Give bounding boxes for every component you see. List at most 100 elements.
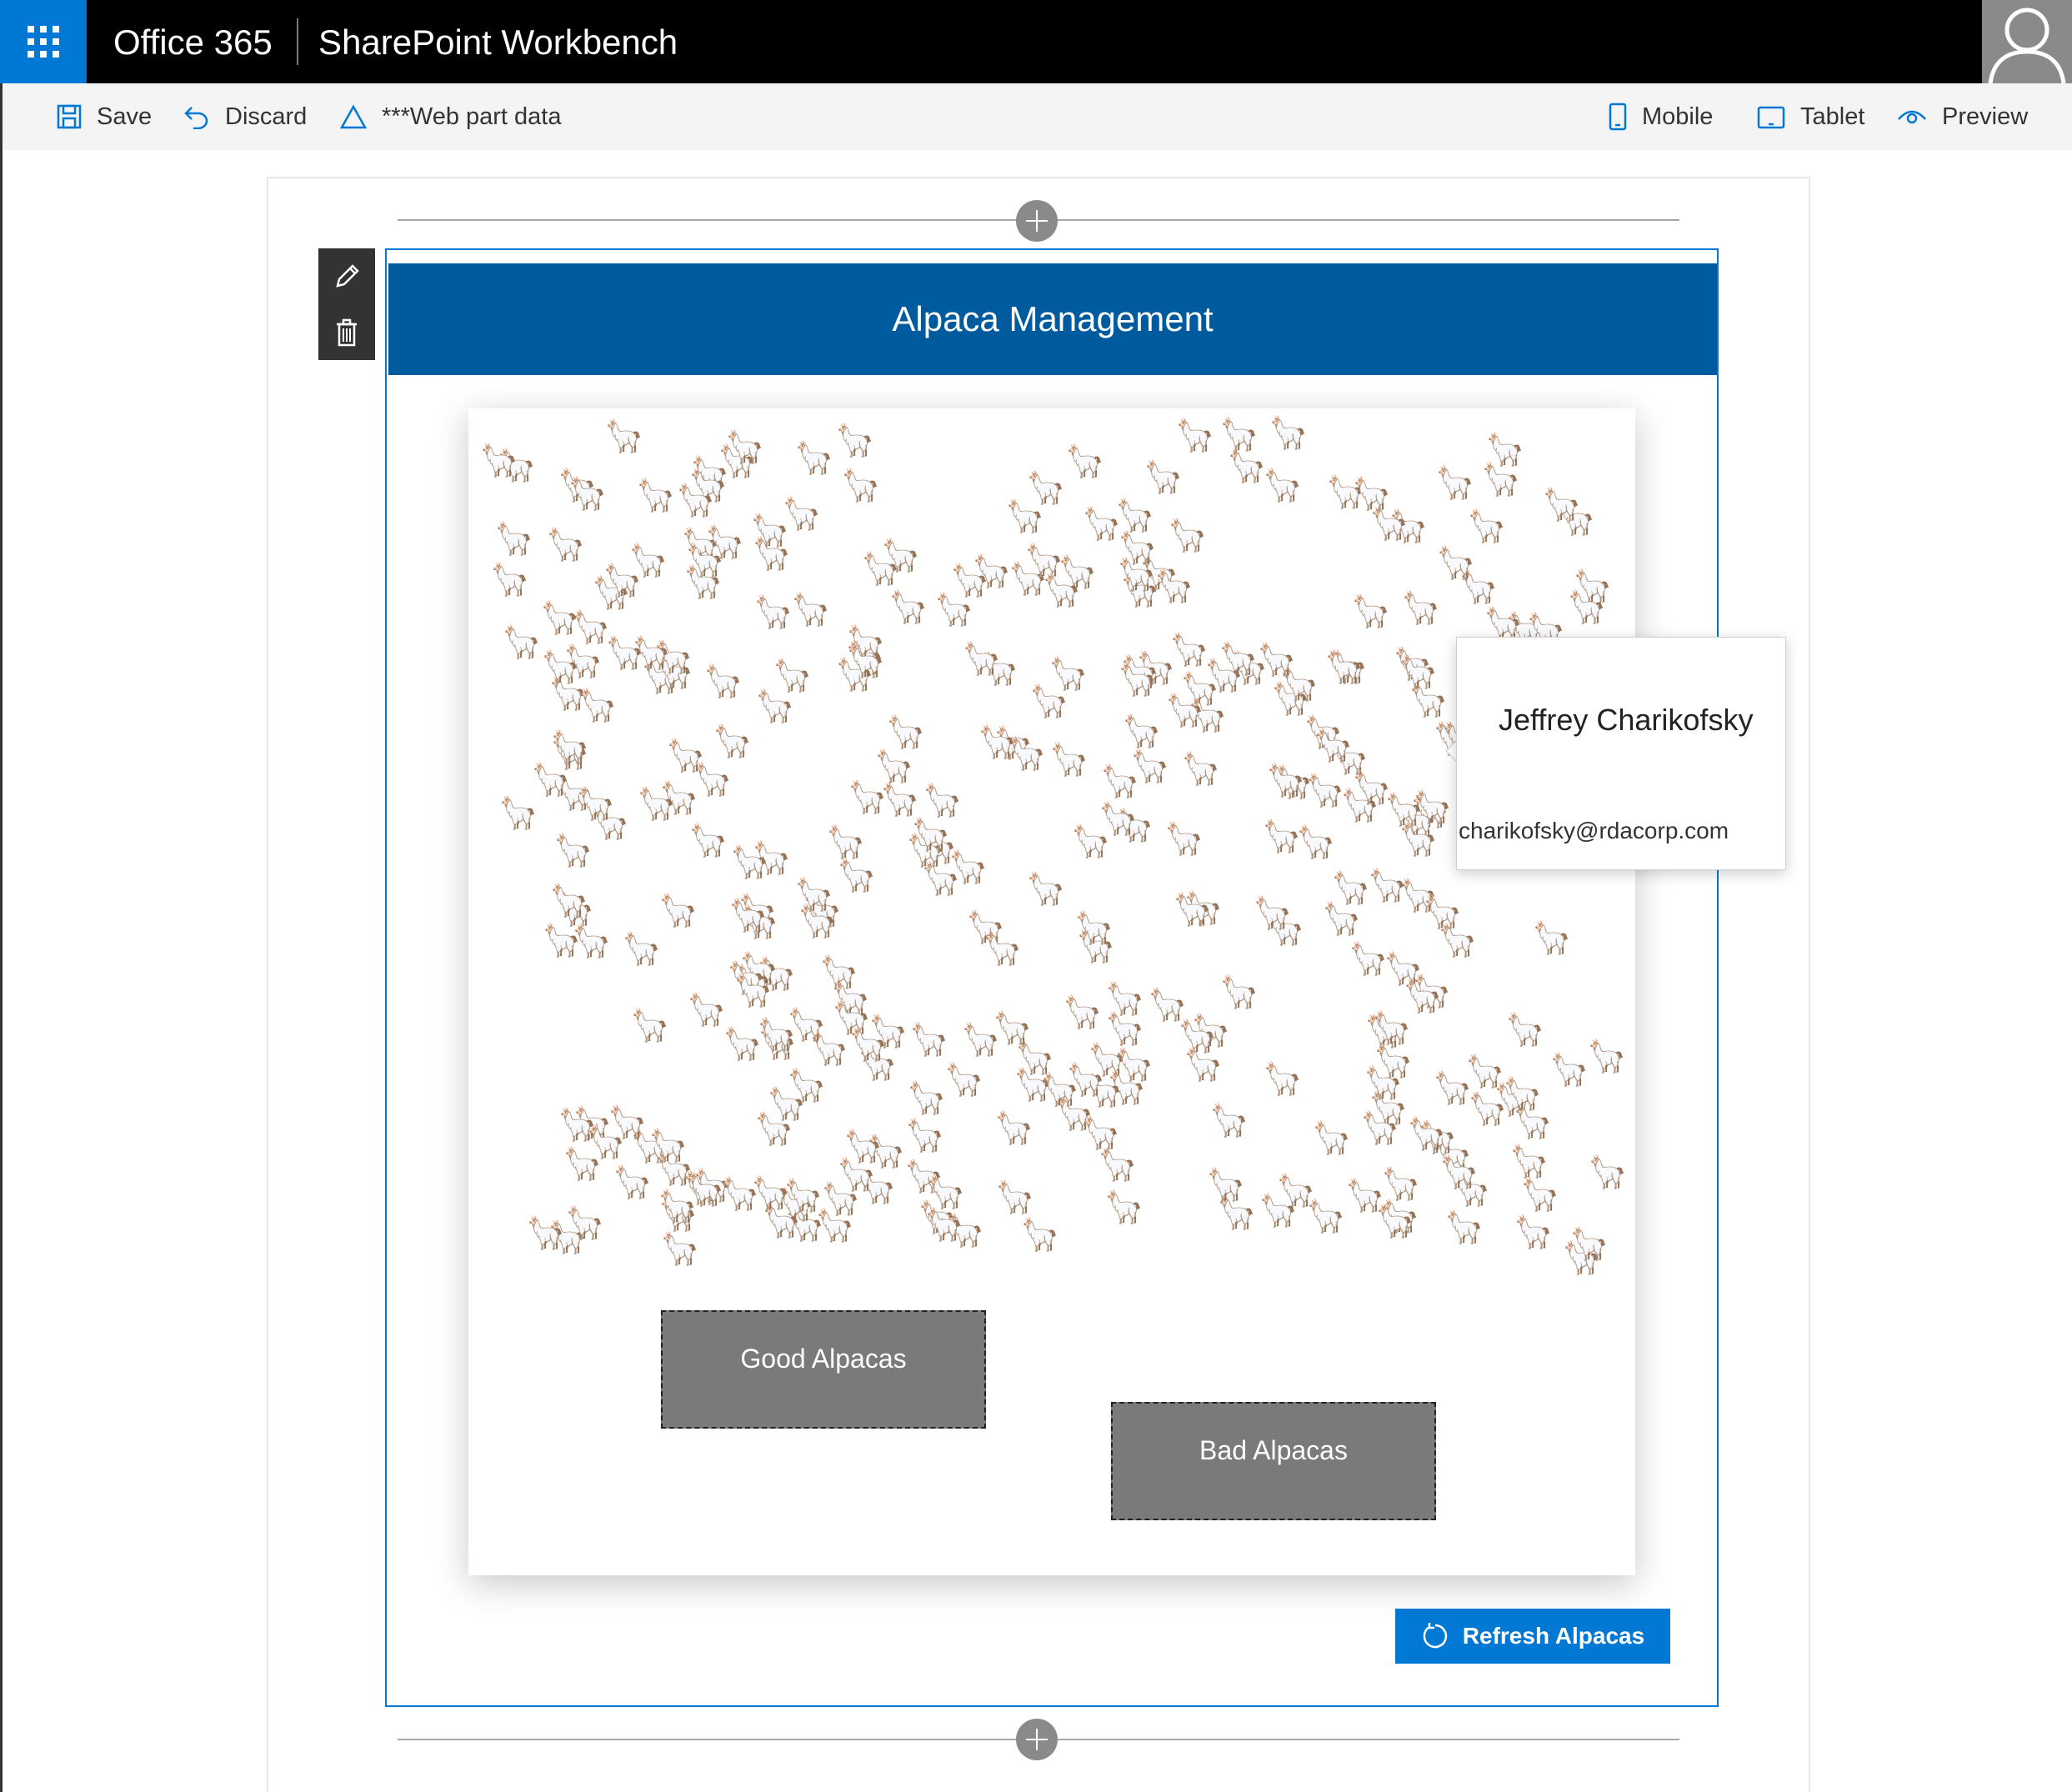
alpaca[interactable]: 🦙 bbox=[1352, 772, 1391, 803]
alpaca[interactable]: 🦙 bbox=[1074, 912, 1114, 944]
alpaca[interactable]: 🦙 bbox=[1081, 1117, 1120, 1149]
alpaca[interactable]: 🦙 bbox=[1029, 685, 1069, 717]
tablet-button[interactable]: Tablet bbox=[1757, 83, 1864, 150]
mobile-button[interactable]: Mobile bbox=[1609, 83, 1713, 150]
alpaca[interactable]: 🦙 bbox=[837, 859, 876, 891]
alpaca[interactable]: 🦙 bbox=[861, 553, 900, 584]
alpaca[interactable]: 🦙 bbox=[1263, 469, 1302, 501]
alpaca[interactable]: 🦙 bbox=[843, 1130, 883, 1162]
alpaca[interactable]: 🦙 bbox=[950, 564, 989, 596]
alpaca[interactable]: 🦙 bbox=[1567, 591, 1606, 623]
alpaca[interactable]: 🦙 bbox=[1509, 1145, 1549, 1177]
alpaca[interactable]: 🦙 bbox=[1100, 765, 1139, 797]
alpaca[interactable]: 🦙 bbox=[848, 781, 887, 813]
alpaca[interactable]: 🦙 bbox=[632, 637, 671, 668]
alpaca[interactable]: 🦙 bbox=[541, 651, 580, 683]
alpaca[interactable]: 🦙 bbox=[1368, 869, 1407, 901]
alpaca[interactable]: 🦙 bbox=[1312, 1122, 1351, 1154]
alpaca[interactable]: 🦙 bbox=[1099, 803, 1138, 834]
save-button[interactable]: Save bbox=[57, 83, 152, 150]
alpaca[interactable]: 🦙 bbox=[983, 933, 1022, 964]
alpaca[interactable]: 🦙 bbox=[1154, 570, 1194, 602]
alpaca[interactable]: 🦙 bbox=[1227, 450, 1266, 482]
alpaca[interactable]: 🦙 bbox=[821, 1183, 860, 1214]
alpaca[interactable]: 🦙 bbox=[1169, 633, 1209, 665]
alpaca[interactable]: 🦙 bbox=[549, 884, 588, 916]
alpaca[interactable]: 🦙 bbox=[604, 420, 643, 452]
alpaca[interactable]: 🦙 bbox=[978, 726, 1017, 758]
alpaca[interactable]: 🦙 bbox=[1381, 1168, 1420, 1199]
alpaca[interactable]: 🦙 bbox=[526, 1217, 565, 1249]
preview-button[interactable]: Preview bbox=[1897, 83, 2028, 150]
alpaca[interactable]: 🦙 bbox=[1164, 823, 1204, 854]
alpaca[interactable]: 🦙 bbox=[703, 665, 743, 697]
alpaca[interactable]: 🦙 bbox=[1423, 896, 1462, 928]
app-launcher-button[interactable] bbox=[0, 0, 87, 83]
alpaca[interactable]: 🦙 bbox=[1485, 433, 1524, 465]
alpaca[interactable]: 🦙 bbox=[1399, 823, 1438, 855]
alpaca[interactable]: 🦙 bbox=[1118, 663, 1157, 695]
alpaca[interactable]: 🦙 bbox=[909, 1024, 948, 1055]
alpaca[interactable]: 🦙 bbox=[1063, 996, 1102, 1028]
alpaca[interactable]: 🦙 bbox=[787, 1069, 826, 1101]
alpaca[interactable]: 🦙 bbox=[498, 797, 538, 828]
alpaca[interactable]: 🦙 bbox=[924, 1209, 963, 1240]
alpaca[interactable]: 🦙 bbox=[733, 974, 773, 1006]
alpaca[interactable]: 🦙 bbox=[1305, 774, 1344, 806]
alpaca[interactable]: 🦙 bbox=[1352, 478, 1391, 509]
alpaca[interactable]: 🦙 bbox=[720, 1178, 759, 1209]
alpaca[interactable]: 🦙 bbox=[676, 484, 715, 516]
add-web-part-top-button[interactable] bbox=[1016, 200, 1058, 242]
alpaca[interactable]: 🦙 bbox=[490, 563, 529, 595]
alpaca[interactable]: 🦙 bbox=[880, 783, 919, 815]
alpaca[interactable]: 🦙 bbox=[1266, 764, 1305, 796]
alpaca[interactable]: 🦙 bbox=[754, 1113, 793, 1144]
alpaca[interactable]: 🦙 bbox=[713, 725, 752, 757]
alpaca[interactable]: 🦙 bbox=[921, 863, 960, 894]
alpaca[interactable]: 🦙 bbox=[540, 602, 579, 633]
alpaca[interactable]: 🦙 bbox=[1520, 1179, 1559, 1210]
alpaca[interactable]: 🦙 bbox=[1257, 643, 1296, 675]
add-web-part-bottom-button[interactable] bbox=[1016, 1719, 1058, 1760]
alpaca[interactable]: 🦙 bbox=[1549, 1054, 1589, 1085]
alpaca[interactable]: 🦙 bbox=[1435, 467, 1474, 498]
alpaca[interactable]: 🦙 bbox=[1314, 729, 1353, 761]
delete-web-part-button[interactable] bbox=[318, 304, 375, 360]
alpaca[interactable]: 🦙 bbox=[1219, 976, 1259, 1008]
user-avatar[interactable] bbox=[1982, 0, 2072, 83]
alpaca[interactable]: 🦙 bbox=[1542, 488, 1581, 520]
alpaca[interactable]: 🦙 bbox=[636, 479, 675, 511]
alpaca[interactable]: 🦙 bbox=[637, 788, 676, 819]
alpaca[interactable]: 🦙 bbox=[1118, 532, 1157, 563]
alpaca[interactable]: 🦙 bbox=[1374, 1045, 1413, 1077]
alpaca[interactable]: 🦙 bbox=[622, 933, 661, 964]
alpaca[interactable]: 🦙 bbox=[888, 591, 928, 623]
alpaca[interactable]: 🦙 bbox=[494, 523, 533, 554]
alpaca[interactable]: 🦙 bbox=[1403, 980, 1442, 1012]
alpaca[interactable]: 🦙 bbox=[1349, 943, 1388, 974]
alpaca[interactable]: 🦙 bbox=[944, 1064, 983, 1095]
alpaca[interactable]: 🦙 bbox=[782, 498, 821, 529]
alpaca[interactable]: 🦙 bbox=[1049, 743, 1089, 775]
alpaca[interactable]: 🦙 bbox=[725, 431, 764, 463]
alpaca[interactable]: 🦙 bbox=[826, 826, 865, 858]
alpaca[interactable]: 🦙 bbox=[1026, 873, 1065, 904]
alpaca[interactable]: 🦙 bbox=[1369, 508, 1409, 539]
alpaca[interactable]: 🦙 bbox=[648, 1129, 688, 1161]
alpaca[interactable]: 🦙 bbox=[666, 739, 705, 771]
alpaca[interactable]: 🦙 bbox=[1439, 1156, 1479, 1188]
alpaca[interactable]: 🦙 bbox=[1532, 922, 1571, 954]
alpaca[interactable]: 🦙 bbox=[1322, 903, 1361, 934]
alpaca[interactable]: 🦙 bbox=[1168, 519, 1207, 551]
alpaca[interactable]: 🦙 bbox=[1204, 659, 1244, 691]
alpaca[interactable]: 🦙 bbox=[630, 1009, 669, 1041]
alpaca[interactable]: 🦙 bbox=[907, 1082, 946, 1114]
alpaca[interactable]: 🦙 bbox=[1433, 1072, 1472, 1104]
alpaca[interactable]: 🦙 bbox=[658, 1190, 697, 1222]
alpaca[interactable]: 🦙 bbox=[1401, 592, 1440, 623]
good-alpacas-pen[interactable]: Good Alpacas bbox=[661, 1310, 986, 1429]
alpaca[interactable]: 🦙 bbox=[1065, 445, 1104, 477]
alpaca[interactable]: 🦙 bbox=[1181, 753, 1220, 784]
alpaca[interactable]: 🦙 bbox=[1588, 1156, 1627, 1188]
alpaca[interactable]: 🦙 bbox=[542, 924, 581, 956]
